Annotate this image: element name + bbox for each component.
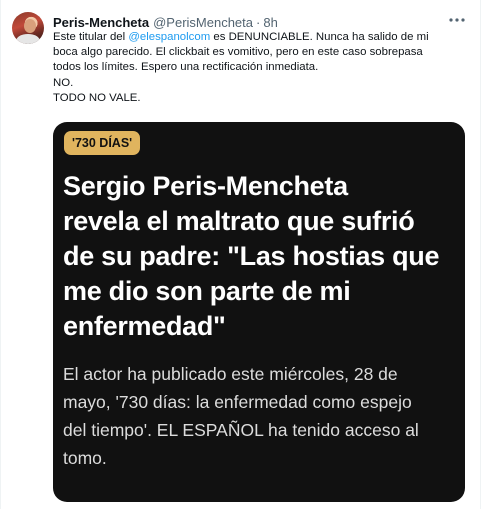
tweet-text-fragment: es DENUNCIABLE. Nunca ha salido de mi (210, 31, 429, 43)
tweet-text-line-2: boca algo parecido. El clickbait es vomi… (53, 46, 423, 59)
avatar-shirt (16, 34, 40, 44)
user-handle[interactable]: @PerisMencheta (153, 15, 253, 30)
tweet-text-line-1: Este titular del @elespanolcom es DENUNC… (53, 30, 468, 45)
mention-link[interactable]: @elespanolcom (128, 31, 210, 43)
article-headline: Sergio Peris-Mencheta revela el maltrato… (63, 169, 459, 344)
tweet-text-line-3: todos los límites. Espero una rectificac… (53, 61, 319, 74)
headline-line: me dio son parte de mi (63, 276, 351, 306)
avatar-face (24, 19, 36, 33)
subhead-line: mayo, '730 días: la enfermedad como espe… (63, 392, 412, 412)
article-image-card[interactable]: '730 DÍAS' Sergio Peris-Mencheta revela … (53, 122, 465, 502)
separator-dot: · (256, 14, 261, 30)
tweet-text: Este titular del @elespanolcom es DENUNC… (53, 30, 468, 106)
timestamp[interactable]: 8h (263, 15, 277, 30)
headline-line: Sergio Peris-Mencheta (63, 171, 348, 201)
article-subheadline: El actor ha publicado este miércoles, 28… (63, 360, 459, 472)
more-options-button[interactable] (448, 11, 466, 29)
tweet[interactable]: Peris-Mencheta @PerisMencheta · 8h Este … (0, 0, 481, 509)
display-name[interactable]: Peris-Mencheta (53, 15, 149, 30)
tweet-text-line-5: TODO NO VALE. (53, 91, 141, 104)
tweet-text-line-4: NO. (53, 76, 74, 89)
more-horizontal-icon (449, 18, 465, 22)
section-tag: '730 DÍAS' (64, 131, 141, 155)
tweet-header: Peris-Mencheta @PerisMencheta · 8h (53, 13, 278, 31)
headline-line: enfermedad" (63, 311, 226, 341)
headline-line: revela el maltrato que sufrió (63, 206, 415, 236)
subhead-line: El actor ha publicado este miércoles, 28… (63, 364, 398, 384)
tweet-text-fragment: Este titular del (53, 31, 129, 43)
subhead-line: tomo. (63, 448, 107, 468)
avatar[interactable] (12, 12, 44, 44)
headline-line: de su padre: "Las hostias que (63, 241, 440, 271)
subhead-line: del tiempo'. EL ESPAÑOL ha tenido acceso… (63, 420, 419, 440)
